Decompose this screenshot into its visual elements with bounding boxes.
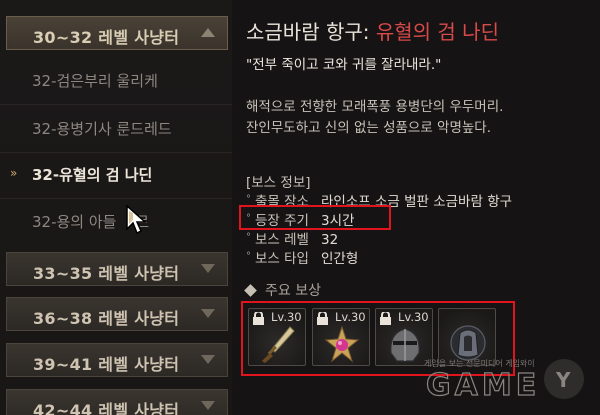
- star-amulet-icon: [324, 325, 360, 363]
- chevron-down-icon: [201, 401, 215, 410]
- chevron-down-icon: [201, 309, 215, 318]
- sub-item-lundred[interactable]: 32-용병기사 룬드레드: [32, 118, 172, 139]
- page-title: 소금바람 항구: 유혈의 검 나딘: [246, 16, 499, 45]
- bullet-icon: °: [246, 251, 251, 262]
- rewards-header: 주요 보상: [242, 280, 321, 300]
- sub-item-ulrike[interactable]: 32-검은부리 울리케: [32, 70, 158, 91]
- watermark-logo: GAME Y: [425, 359, 584, 404]
- section-label: 39~41 레벨 사냥터: [33, 355, 180, 374]
- reward-level: Lv.30: [398, 310, 429, 324]
- divider: [0, 104, 232, 105]
- title-location: 소금바람 항구:: [246, 20, 376, 44]
- boss-description-line: 해적으로 전향한 모래폭풍 용병단의 우두머리.: [246, 99, 504, 115]
- boss-info-header: [보스 정보]: [246, 175, 311, 191]
- mouse-cursor-icon: [126, 205, 147, 235]
- info-value: 인간형: [320, 251, 359, 267]
- section-header-30-32[interactable]: 30~32 레벨 사냥터: [6, 16, 228, 50]
- info-row-type: ° 보스 타입 인간형: [246, 247, 358, 267]
- sub-item-label: 32-용의 아들: [32, 213, 122, 231]
- info-key: 보스 타입: [255, 251, 309, 267]
- boss-detail-panel: 소금바람 항구: 유혈의 검 나딘 "전부 죽이고 코와 귀를 잘라내라." 해…: [232, 0, 600, 415]
- selected-chevron-icon: »: [10, 166, 18, 180]
- section-label: 42~44 레벨 사냥터: [33, 401, 180, 415]
- section-header-33-35[interactable]: 33~35 레벨 사냥터: [6, 252, 228, 286]
- bullet-icon: °: [246, 194, 251, 205]
- app-window: 30~32 레벨 사냥터 32-검은부리 울리케 32-용병기사 룬드레드 » …: [0, 0, 600, 415]
- section-label: 33~35 레벨 사냥터: [33, 264, 180, 283]
- section-label: 30~32 레벨 사냥터: [33, 28, 180, 47]
- hunting-ground-sidebar: 30~32 레벨 사냥터 32-검은부리 울리케 32-용병기사 룬드레드 » …: [0, 0, 232, 415]
- chevron-down-icon: [201, 264, 215, 273]
- section-header-39-41[interactable]: 39~41 레벨 사냥터: [6, 343, 228, 377]
- boss-description-line: 잔인무도하고 신의 없는 성품으로 악명높다.: [246, 120, 492, 136]
- dagger-icon: [262, 326, 295, 363]
- helmet-icon: [390, 328, 420, 362]
- boss-quote: "전부 죽이고 코와 귀를 잘라내라.": [246, 57, 442, 73]
- info-value: 32: [320, 232, 339, 248]
- rewards-label: 주요 보상: [265, 283, 321, 299]
- section-header-42-44[interactable]: 42~44 레벨 사냥터: [6, 389, 228, 415]
- title-boss-name: 유혈의 검 나딘: [375, 20, 499, 44]
- reward-level: Lv.30: [335, 310, 366, 324]
- sub-item-nadine[interactable]: 32-유혈의 검 나딘: [32, 164, 152, 185]
- spawn-cycle-highlight: [239, 205, 391, 230]
- divider: [0, 152, 232, 153]
- divider: [0, 198, 232, 199]
- reward-level: Lv.30: [271, 310, 302, 324]
- chevron-up-icon: [201, 28, 215, 37]
- reward-slot-dagger[interactable]: Lv.30: [248, 308, 306, 366]
- bullet-icon: °: [246, 232, 251, 243]
- watermark-brand: GAME: [426, 368, 540, 403]
- diamond-icon: [244, 283, 257, 297]
- chevron-down-icon: [201, 355, 215, 364]
- svg-text:Y: Y: [555, 368, 571, 392]
- section-label: 36~38 레벨 사냥터: [33, 309, 180, 328]
- reward-slot-amulet[interactable]: Lv.30: [312, 308, 370, 366]
- info-row-level: ° 보스 레벨 32: [246, 228, 338, 248]
- section-header-36-38[interactable]: 36~38 레벨 사냥터: [6, 297, 228, 331]
- info-key: 보스 레벨: [255, 232, 309, 248]
